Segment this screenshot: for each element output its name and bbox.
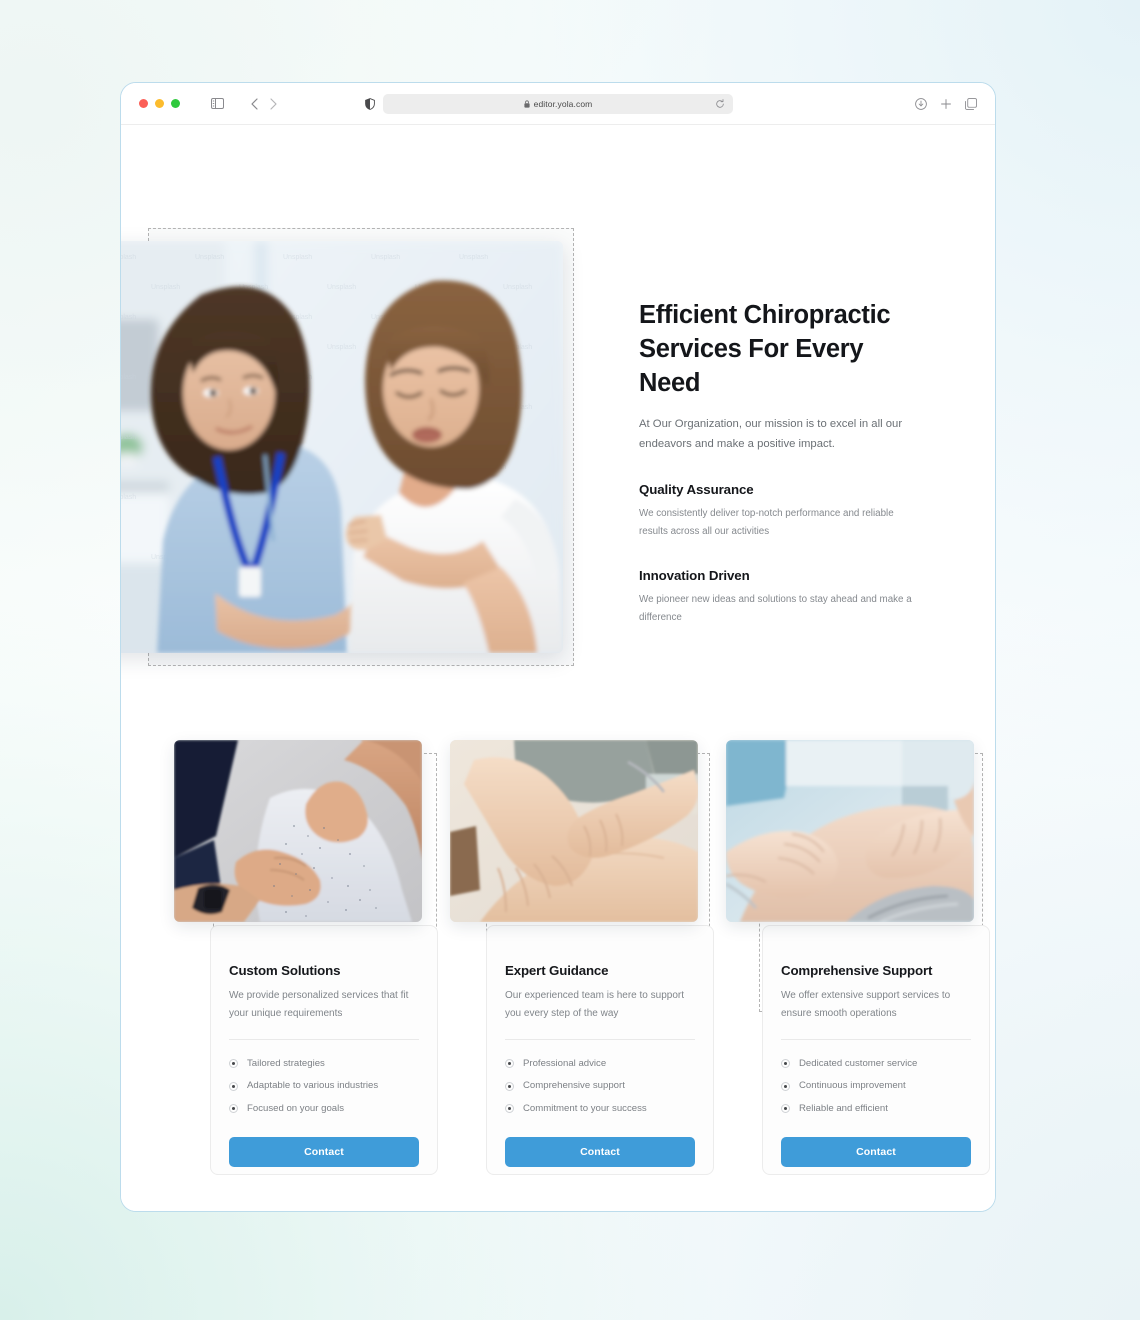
card-image[interactable]	[174, 740, 422, 922]
back-arrow-icon[interactable]	[251, 97, 258, 110]
svg-text:Unsplash: Unsplash	[120, 374, 136, 381]
svg-text:Unsplash: Unsplash	[503, 284, 532, 291]
list-item: Tailored strategies	[229, 1052, 419, 1075]
card-feature-list: Professional advice Comprehensive suppor…	[505, 1052, 695, 1120]
card-title: Expert Guidance	[505, 963, 609, 978]
svg-text:Unsplash: Unsplash	[120, 254, 136, 261]
reload-icon[interactable]	[715, 98, 725, 109]
list-item-label: Professional advice	[523, 1057, 607, 1069]
lock-icon	[524, 99, 530, 108]
list-item-label: Commitment to your success	[523, 1103, 647, 1115]
list-item-label: Dedicated customer service	[799, 1057, 918, 1069]
hero-text-column: Efficient Chiropractic Services For Ever…	[639, 299, 931, 627]
bullet-icon	[505, 1081, 514, 1091]
list-item-label: Comprehensive support	[523, 1080, 625, 1092]
contact-button[interactable]: Contact	[229, 1137, 419, 1168]
privacy-shield-icon[interactable]	[365, 97, 375, 110]
svg-text:Unsplash: Unsplash	[151, 284, 180, 291]
new-tab-plus-icon[interactable]	[940, 98, 952, 110]
service-card[interactable]: Expert Guidance Our experienced team is …	[450, 740, 714, 1175]
svg-text:Unsplash: Unsplash	[459, 254, 488, 261]
card-divider	[781, 1039, 971, 1041]
contact-button[interactable]: Contact	[781, 1137, 971, 1168]
maximize-window-button[interactable]	[171, 99, 180, 108]
list-item: Adaptable to various industries	[229, 1075, 419, 1098]
bullet-icon	[781, 1059, 790, 1069]
card-feature-list: Dedicated customer service Continuous im…	[781, 1052, 971, 1120]
card-content: Comprehensive Support We offer extensive…	[781, 963, 971, 1168]
bullet-icon	[781, 1104, 790, 1114]
svg-text:Unsplash: Unsplash	[283, 254, 312, 261]
svg-text:Unsplash: Unsplash	[120, 494, 136, 501]
bullet-icon	[229, 1059, 238, 1069]
list-item-label: Tailored strategies	[247, 1057, 325, 1069]
card-description: We offer extensive support services to e…	[781, 990, 951, 1020]
feature-text: We consistently deliver top-notch perfor…	[639, 507, 894, 537]
svg-text:Unsplash: Unsplash	[120, 434, 136, 441]
feature-text: We pioneer new ideas and solutions to st…	[639, 594, 912, 624]
service-card[interactable]: Custom Solutions We provide personalized…	[174, 740, 438, 1175]
list-item: Commitment to your success	[505, 1098, 695, 1121]
address-bar-url: editor.yola.com	[533, 98, 593, 109]
feature-block-innovation-driven: Innovation Driven We pioneer new ideas a…	[639, 568, 931, 627]
bullet-icon	[229, 1081, 238, 1091]
page-title: Efficient Chiropractic Services For Ever…	[639, 301, 891, 397]
bullet-icon	[505, 1059, 514, 1069]
bullet-icon	[505, 1104, 514, 1114]
website-canvas: Unsplash Unsplash Unsplash Unsplash Unsplas…	[120, 125, 995, 1211]
browser-window: editor.yola.com lash Unsplash Unsplash U…	[120, 82, 996, 1212]
close-window-button[interactable]	[139, 99, 148, 108]
service-card[interactable]: Comprehensive Support We offer extensive…	[726, 740, 990, 1175]
contact-button[interactable]: Contact	[505, 1137, 695, 1168]
hero-image[interactable]: Unsplash Unsplash Unsplash Unsplash Unsplas…	[120, 241, 563, 653]
card-content: Custom Solutions We provide personalized…	[229, 963, 419, 1168]
card-title: Custom Solutions	[229, 963, 341, 978]
card-image[interactable]	[726, 740, 974, 922]
browser-toolbar: editor.yola.com	[121, 83, 995, 125]
card-divider	[505, 1039, 695, 1041]
card-feature-list: Tailored strategies Adaptable to various…	[229, 1052, 419, 1120]
tab-overview-icon[interactable]	[965, 97, 977, 110]
list-item: Comprehensive support	[505, 1075, 695, 1098]
hero-subtitle: At Our Organization, our mission is to e…	[639, 417, 903, 451]
card-description: Our experienced team is here to support …	[505, 990, 684, 1020]
list-item: Reliable and efficient	[781, 1098, 971, 1121]
card-image[interactable]	[450, 740, 698, 922]
bullet-icon	[229, 1104, 238, 1114]
svg-text:Unsplash: Unsplash	[327, 344, 356, 351]
address-bar[interactable]: editor.yola.com	[383, 93, 733, 114]
browser-nav-arrows[interactable]	[251, 97, 277, 110]
feature-title: Quality Assurance	[639, 481, 754, 497]
download-icon[interactable]	[915, 97, 927, 110]
feature-title: Innovation Driven	[639, 568, 750, 584]
service-cards-row: Custom Solutions We provide personalized…	[174, 740, 990, 1175]
list-item: Continuous improvement	[781, 1075, 971, 1098]
toolbar-right-actions[interactable]	[915, 97, 977, 110]
list-item: Dedicated customer service	[781, 1052, 971, 1075]
card-content: Expert Guidance Our experienced team is …	[505, 963, 695, 1168]
list-item-label: Focused on your goals	[247, 1103, 345, 1115]
list-item-label: Adaptable to various industries	[247, 1080, 379, 1092]
svg-text:Unsplash: Unsplash	[327, 284, 356, 291]
minimize-window-button[interactable]	[155, 99, 164, 108]
bullet-icon	[781, 1081, 790, 1091]
list-item-label: Continuous improvement	[799, 1080, 906, 1092]
svg-text:Unsplash: Unsplash	[371, 254, 400, 261]
list-item: Professional advice	[505, 1052, 695, 1075]
card-title: Comprehensive Support	[781, 963, 933, 978]
forward-arrow-icon[interactable]	[270, 97, 277, 110]
sidebar-toggle-icon[interactable]	[211, 98, 224, 109]
window-traffic-lights[interactable]	[139, 99, 180, 108]
svg-text:Unsplash: Unsplash	[195, 254, 224, 261]
card-divider	[229, 1039, 419, 1041]
list-item-label: Reliable and efficient	[799, 1103, 888, 1115]
feature-block-quality-assurance: Quality Assurance We consistently delive…	[639, 482, 931, 541]
list-item: Focused on your goals	[229, 1098, 419, 1121]
card-description: We provide personalized services that fi…	[229, 990, 409, 1020]
svg-text:Unsplash: Unsplash	[120, 314, 136, 321]
